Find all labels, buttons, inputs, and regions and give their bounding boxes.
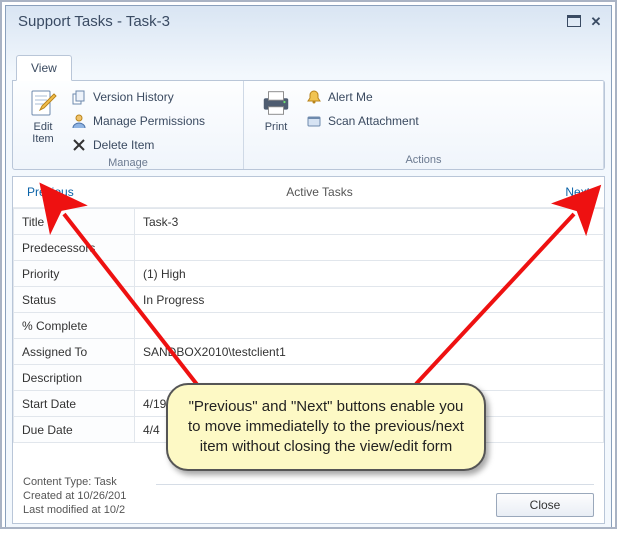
close-window-button[interactable]: ✕ — [587, 14, 605, 28]
field-value — [135, 235, 604, 261]
field-label: Description — [14, 365, 135, 391]
table-row: Assigned ToSANDBOX2010\testclient1 — [14, 339, 604, 365]
scan-attachment-button[interactable]: Scan Attachment — [306, 111, 419, 131]
table-row: Description — [14, 365, 604, 391]
print-button[interactable]: Print — [252, 85, 300, 133]
ribbon-group-actions: Print Alert Me — [244, 81, 604, 169]
delete-item-button[interactable]: Delete Item — [71, 135, 205, 155]
history-icon — [71, 89, 87, 105]
next-link[interactable]: Next — [565, 185, 590, 199]
title-bar: Support Tasks - Task-3 ✕ — [6, 6, 611, 36]
table-row: TitleTask-3 — [14, 209, 604, 235]
screenshot-frame: Support Tasks - Task-3 ✕ View — [0, 0, 617, 529]
field-label: Status — [14, 287, 135, 313]
bell-icon — [306, 89, 322, 105]
delete-icon — [71, 137, 87, 153]
modal-dialog: Support Tasks - Task-3 ✕ View — [5, 5, 612, 527]
field-label: Title — [14, 209, 135, 235]
print-label: Print — [265, 121, 288, 133]
field-label: Priority — [14, 261, 135, 287]
field-value: Task-3 — [135, 209, 604, 235]
previous-link[interactable]: Previous — [27, 185, 74, 199]
assigned-to-link[interactable]: SANDBOX2010\testclient1 — [135, 339, 604, 365]
field-value: 4/4 — [135, 417, 604, 443]
manage-permissions-button[interactable]: Manage Permissions — [71, 111, 205, 131]
nav-row: Previous Active Tasks Next — [13, 177, 604, 208]
edit-icon — [27, 87, 59, 119]
delete-item-label: Delete Item — [93, 138, 154, 152]
field-label: Due Date — [14, 417, 135, 443]
window-title: Support Tasks - Task-3 — [18, 13, 170, 30]
alert-me-label: Alert Me — [328, 90, 373, 104]
scan-icon — [306, 113, 322, 129]
field-value: 4/19/ — [135, 391, 604, 417]
close-button-label: Close — [530, 498, 561, 512]
ribbon: View — [12, 56, 605, 170]
content-type-text: Content Type: Task — [23, 475, 126, 489]
table-row: Start Date4/19/ — [14, 391, 604, 417]
version-history-label: Version History — [93, 90, 174, 104]
permissions-icon — [71, 113, 87, 129]
table-row: Predecessors — [14, 235, 604, 261]
field-label: Start Date — [14, 391, 135, 417]
ribbon-tabstrip: View — [12, 56, 605, 80]
edit-item-label: Edit Item — [32, 121, 53, 145]
printer-icon — [260, 87, 292, 119]
field-label: % Complete — [14, 313, 135, 339]
table-row: Due Date4/4 — [14, 417, 604, 443]
group-manage-label: Manage — [13, 155, 243, 172]
field-value — [135, 313, 604, 339]
maximize-button[interactable] — [567, 15, 581, 27]
tab-view-label: View — [31, 61, 57, 75]
table-row: Priority(1) High — [14, 261, 604, 287]
modified-at-text: Last modified at 10/2 — [23, 503, 126, 517]
content-panel: Previous Active Tasks Next TitleTask-3 P… — [12, 176, 605, 524]
field-value: In Progress — [135, 287, 604, 313]
close-button[interactable]: Close — [496, 493, 594, 517]
field-value — [135, 365, 604, 391]
field-label: Assigned To — [14, 339, 135, 365]
table-row: StatusIn Progress — [14, 287, 604, 313]
created-at-text: Created at 10/26/201 — [23, 489, 126, 503]
field-label: Predecessors — [14, 235, 135, 261]
ribbon-group-manage: Edit Item Version History — [13, 81, 244, 169]
manage-permissions-label: Manage Permissions — [93, 114, 205, 128]
scan-attachment-label: Scan Attachment — [328, 114, 419, 128]
metadata-block: Content Type: Task Created at 10/26/201 … — [23, 475, 126, 517]
ribbon-body: Edit Item Version History — [12, 80, 605, 170]
table-row: % Complete — [14, 313, 604, 339]
properties-table: TitleTask-3 Predecessors Priority(1) Hig… — [13, 208, 604, 443]
tab-view[interactable]: View — [16, 55, 72, 81]
edit-item-button[interactable]: Edit Item — [21, 85, 65, 145]
version-history-button[interactable]: Version History — [71, 87, 205, 107]
field-value: (1) High — [135, 261, 604, 287]
group-actions-label: Actions — [244, 152, 603, 169]
alert-me-button[interactable]: Alert Me — [306, 87, 419, 107]
footer: Content Type: Task Created at 10/26/201 … — [23, 475, 594, 517]
nav-center-label: Active Tasks — [74, 185, 566, 199]
